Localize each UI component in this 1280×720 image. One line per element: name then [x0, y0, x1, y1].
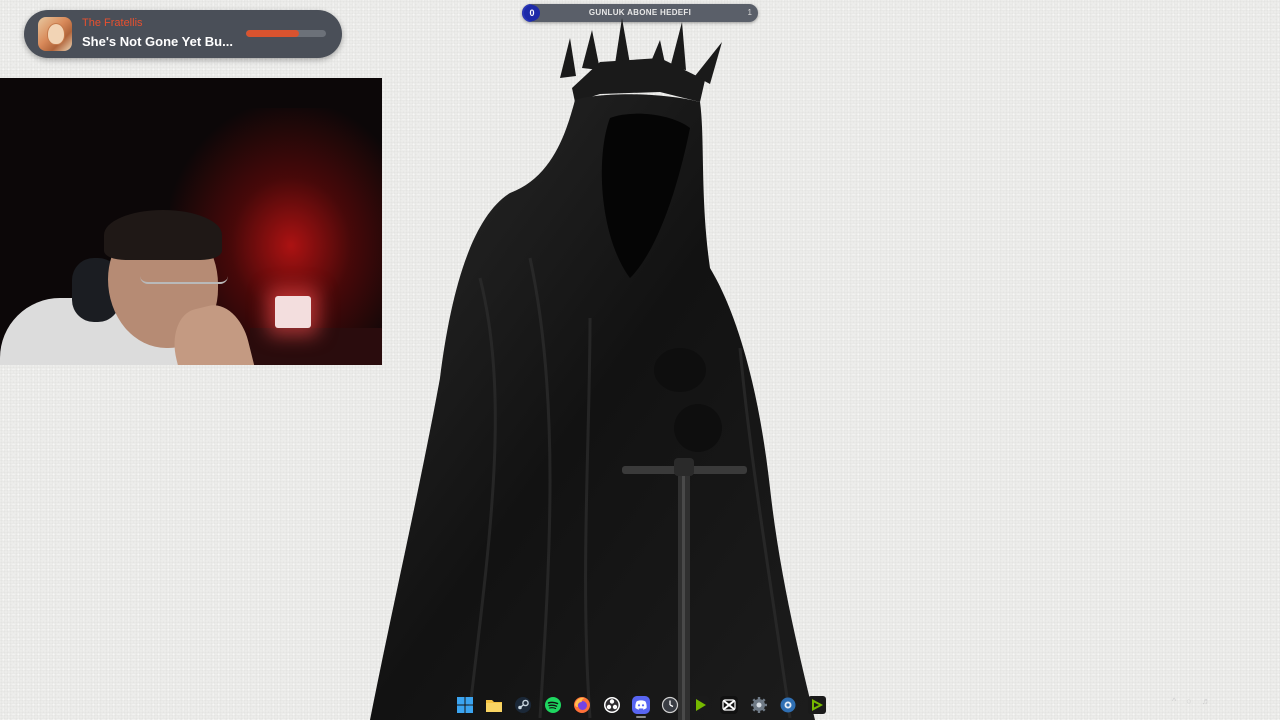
taskbar-nvidia-geforce[interactable] [803, 690, 832, 720]
taskbar-settings[interactable] [744, 690, 773, 720]
taskbar-clock-app[interactable] [656, 690, 685, 720]
webcam-feed [0, 78, 382, 365]
taskbar-spotify[interactable] [538, 690, 567, 720]
obs-icon [603, 697, 620, 713]
steam-icon [515, 697, 532, 713]
nvidia-geforce-icon [808, 696, 827, 714]
taskbar-capcut[interactable] [715, 690, 744, 720]
chevron-up-icon[interactable]: ^ [1172, 696, 1176, 706]
taskbar-start-button[interactable] [450, 690, 479, 720]
taskbar-file-explorer[interactable] [479, 690, 508, 720]
wallpaper-hooded-king [370, 18, 815, 720]
spotify-icon [544, 697, 561, 713]
now-playing-progress-bar [246, 30, 326, 37]
taskbar-steelseries[interactable] [773, 690, 802, 720]
album-art [38, 17, 72, 51]
firefox-icon [574, 697, 591, 713]
taskbar-steam[interactable] [509, 690, 538, 720]
system-tray: ^ ○ ♬ [1172, 696, 1211, 706]
taskbar-obs[interactable] [597, 690, 626, 720]
settings-gear-icon [750, 697, 767, 713]
file-explorer-icon [486, 700, 503, 712]
capcut-icon [720, 696, 739, 714]
now-playing-title: She's Not Gone Yet Bu... [82, 34, 233, 49]
network-icon[interactable]: ○ [1186, 696, 1191, 706]
now-playing-widget: The Fratellis She's Not Gone Yet Bu... [24, 10, 342, 58]
nvidia-icon [690, 696, 709, 714]
now-playing-progress-fill [246, 30, 299, 37]
steelseries-icon [780, 697, 796, 713]
taskbar-discord[interactable] [626, 690, 655, 720]
now-playing-artist: The Fratellis [82, 17, 143, 29]
taskbar-firefox[interactable] [568, 690, 597, 720]
discord-icon [632, 696, 651, 714]
taskbar-nvidia[interactable] [685, 690, 714, 720]
lamp [275, 296, 311, 328]
clock-app-icon [662, 696, 679, 714]
volume-icon[interactable]: ♬ [1202, 696, 1211, 706]
windows-start-icon [456, 697, 473, 713]
taskbar [450, 690, 832, 720]
